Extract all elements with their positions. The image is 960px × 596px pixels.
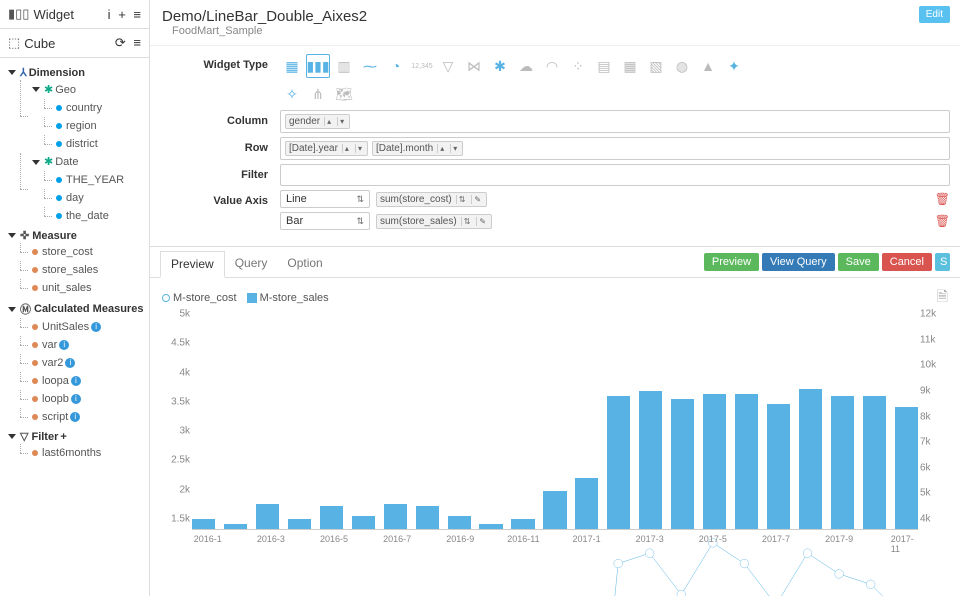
row-label: Row xyxy=(160,137,280,154)
widget-type-selector: ▦ ▮▮▮ ▥ ⁓ ◔ 12,345 ▽ ⋈ ✱ ☁ ◠ ⁘ ▤ ▦ xyxy=(280,54,950,78)
cloud-icon[interactable]: ☁ xyxy=(514,54,538,78)
chart-legend: M-store_cost M-store_sales 🗎 xyxy=(162,286,948,310)
tree-item[interactable]: the_date xyxy=(38,207,145,225)
chip-gender[interactable]: gender▴▾ xyxy=(285,114,350,129)
tree-item[interactable]: scripti xyxy=(14,408,145,426)
chip-date-year[interactable]: [Date].year▴▾ xyxy=(285,141,368,156)
tree-item[interactable]: store_sales xyxy=(14,261,145,279)
widget-icon: ▮▯▯ xyxy=(8,6,29,22)
combo-icon[interactable]: ✦ xyxy=(722,54,746,78)
date-node[interactable]: Date xyxy=(55,153,78,171)
tree-item[interactable]: district xyxy=(38,135,145,153)
bubble-icon[interactable]: ✧ xyxy=(280,82,304,106)
tree-item[interactable]: country xyxy=(38,99,145,117)
stacked-bar-icon[interactable]: ▥ xyxy=(332,54,356,78)
row-field[interactable]: [Date].year▴▾ [Date].month▴▾ xyxy=(280,137,950,160)
chip-sum-store-cost[interactable]: sum(store_cost)⇅✎ xyxy=(376,192,487,207)
calc-title: Calculated Measures xyxy=(34,303,143,315)
chart-plot: 1.5k2k2.5k3k3.5k4k4.5k5k 4k5k6k7k8k9k10k… xyxy=(192,320,918,550)
image-icon[interactable]: ▧ xyxy=(644,54,668,78)
add-filter-icon[interactable]: + xyxy=(60,431,66,443)
tab-preview[interactable]: Preview xyxy=(160,251,225,278)
column-field[interactable]: gender▴▾ xyxy=(280,110,950,133)
sankey-icon[interactable]: ⋈ xyxy=(462,54,486,78)
axis-type-select-line[interactable]: Line⇅ xyxy=(280,190,370,208)
menu-icon[interactable]: ≡ xyxy=(133,7,141,22)
cube-panel-title: Cube xyxy=(24,36,111,51)
widget-panel-title: Widget xyxy=(33,7,103,22)
gauge-icon[interactable]: ◠ xyxy=(540,54,564,78)
tree-item[interactable]: last6months xyxy=(14,444,145,462)
info-icon[interactable]: i xyxy=(108,7,111,22)
filter-field[interactable] xyxy=(280,164,950,186)
preview-button[interactable]: Preview xyxy=(704,253,759,271)
delete-axis-icon[interactable]: 🗑 xyxy=(935,192,950,206)
view-query-button[interactable]: View Query xyxy=(762,253,835,271)
cancel-button[interactable]: Cancel xyxy=(882,253,932,271)
page-title: Demo/LineBar_Double_Aixes2 xyxy=(162,8,948,25)
scatter-icon[interactable]: ⁘ xyxy=(566,54,590,78)
header: Demo/LineBar_Double_Aixes2 FoodMart_Samp… xyxy=(150,0,960,46)
widget-type-label: Widget Type xyxy=(160,54,280,71)
geo-node[interactable]: Geo xyxy=(55,81,76,99)
grid-icon[interactable]: ▤ xyxy=(592,54,616,78)
table-icon[interactable]: ▦ xyxy=(280,54,304,78)
tree-item[interactable]: day xyxy=(38,189,145,207)
tree-item[interactable]: loopai xyxy=(14,372,145,390)
refresh-icon[interactable]: ⟳ xyxy=(115,35,126,50)
edit-button[interactable]: Edit xyxy=(919,6,950,23)
sidebar: ▮▯▯ Widget i + ≡ ⬚ Cube ⟳ ≡ ⅄Dimen xyxy=(0,0,150,596)
filter-label: Filter xyxy=(160,164,280,181)
cube-icon: ⬚ xyxy=(8,35,20,51)
tree: ⅄Dimension ✱Geo country region district … xyxy=(0,58,149,474)
radar-icon[interactable]: ✱ xyxy=(488,54,512,78)
export-icon[interactable]: 🗎 xyxy=(937,286,948,310)
tree-item[interactable]: unit_sales xyxy=(14,279,145,297)
tree-item[interactable]: UnitSalesi xyxy=(14,318,145,336)
axis-type-select-bar[interactable]: Bar⇅ xyxy=(280,212,370,230)
tree-item[interactable]: loopbi xyxy=(14,390,145,408)
menu-icon[interactable]: ≡ xyxy=(133,35,141,50)
map-icon[interactable]: 🗺 xyxy=(332,82,356,106)
measure-title: Measure xyxy=(32,230,77,242)
pie-chart-icon[interactable]: ◔ xyxy=(384,54,408,78)
chip-date-month[interactable]: [Date].month▴▾ xyxy=(372,141,463,156)
tree-item[interactable]: region xyxy=(38,117,145,135)
dimension-title: Dimension xyxy=(29,67,85,79)
chip-sum-store-sales[interactable]: sum(store_sales)⇅✎ xyxy=(376,214,492,229)
tab-option[interactable]: Option xyxy=(277,251,332,277)
bar-chart-icon[interactable]: ▮▮▮ xyxy=(306,54,330,78)
tree-item[interactable]: THE_YEAR xyxy=(38,171,145,189)
add-icon[interactable]: + xyxy=(118,7,126,22)
tree-item[interactable]: var2i xyxy=(14,354,145,372)
value-axis-label: Value Axis xyxy=(160,190,280,207)
funnel-icon[interactable]: ▽ xyxy=(436,54,460,78)
number-icon[interactable]: 12,345 xyxy=(410,54,434,78)
tree-icon[interactable]: ⋔ xyxy=(306,82,330,106)
filter-title: Filter xyxy=(31,431,58,443)
page-subtitle: FoodMart_Sample xyxy=(168,25,948,37)
column-label: Column xyxy=(160,110,280,127)
tree-item[interactable]: store_cost xyxy=(14,243,145,261)
calendar-icon[interactable]: ▦ xyxy=(618,54,642,78)
tab-query[interactable]: Query xyxy=(225,251,278,277)
tree-item[interactable]: vari xyxy=(14,336,145,354)
s-button[interactable]: S xyxy=(935,253,950,271)
save-button[interactable]: Save xyxy=(838,253,879,271)
delete-axis-icon[interactable]: 🗑 xyxy=(935,214,950,228)
globe-icon[interactable]: ◍ xyxy=(670,54,694,78)
line-chart-icon[interactable]: ⁓ xyxy=(358,54,382,78)
area-icon[interactable]: ▲ xyxy=(696,54,720,78)
